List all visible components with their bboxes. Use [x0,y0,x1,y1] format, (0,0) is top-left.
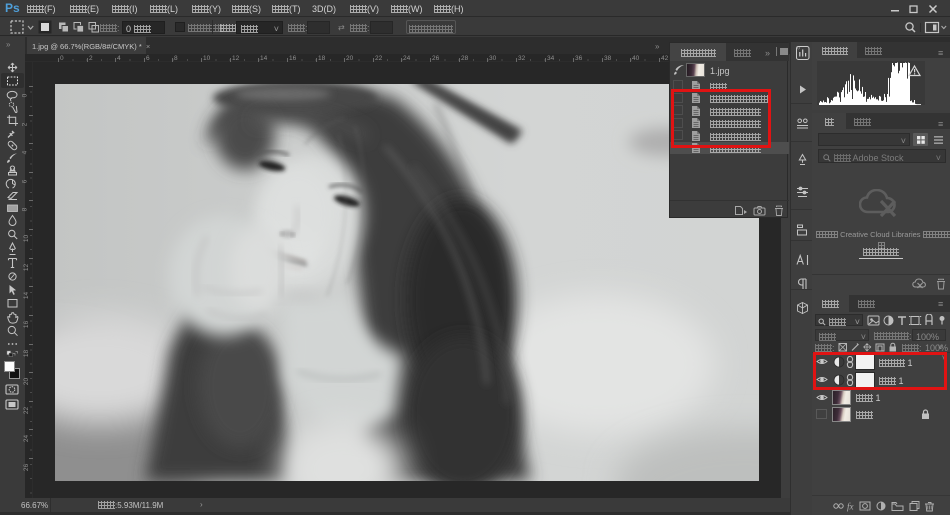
svg-text:fx: fx [847,502,854,512]
